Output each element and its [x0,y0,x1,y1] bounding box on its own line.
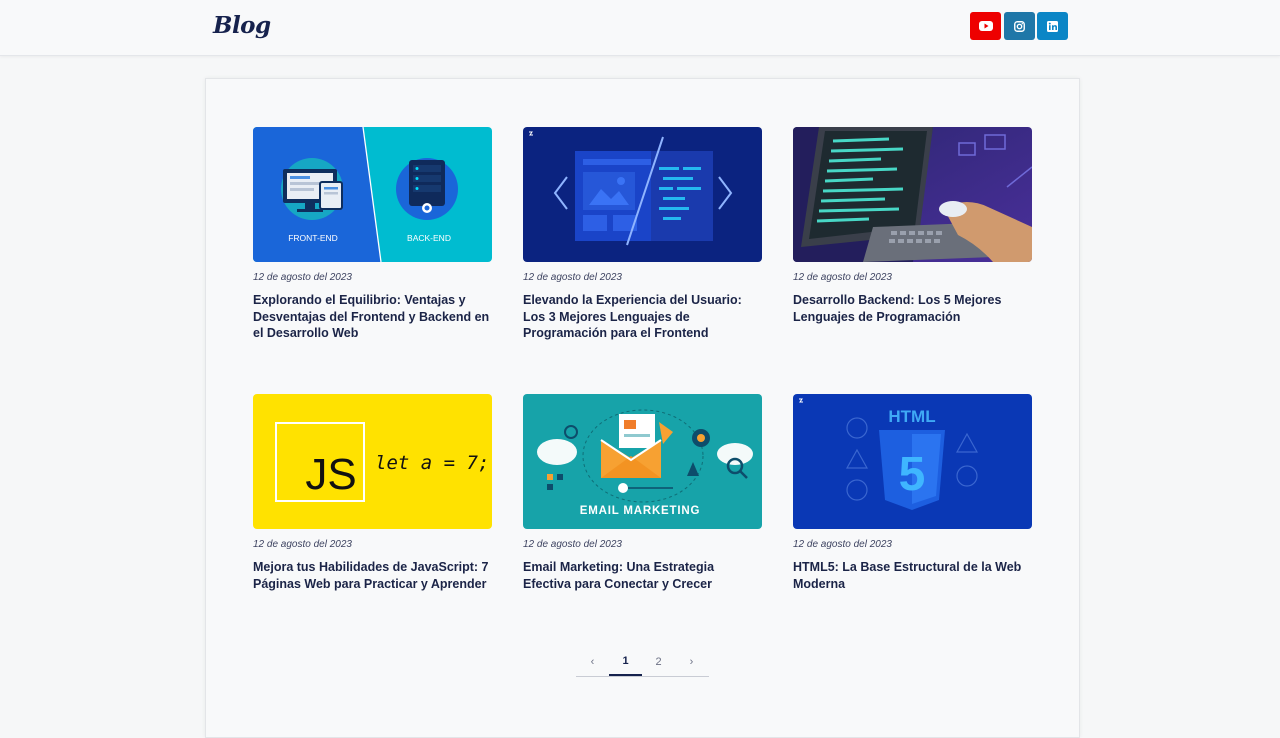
top-navbar: Blog [0,0,1280,56]
post-title[interactable]: Email Marketing: Una Estrategia Efectiva… [523,559,762,592]
post-title[interactable]: Desarrollo Backend: Los 5 Mejores Lengua… [793,292,1032,325]
post-date: 12 de agosto del 2023 [253,539,352,550]
post-card[interactable]: HTML 5 12 de agosto del 2023 HTML5: La B… [793,394,1032,592]
post-date: 12 de agosto del 2023 [253,272,352,283]
linkedin-button[interactable] [1037,12,1068,40]
post-title[interactable]: Mejora tus Habilidades de JavaScript: 7 … [253,559,492,592]
post-date: 12 de agosto del 2023 [793,539,892,550]
pagination-prev-button[interactable]: ‹ [576,648,609,676]
youtube-button[interactable] [970,12,1001,40]
svg-text:EMAIL MARKETING: EMAIL MARKETING [580,505,700,517]
post-date: 12 de agosto del 2023 [523,272,622,283]
post-title[interactable]: Explorando el Equilibrio: Ventajas y Des… [253,292,492,342]
instagram-icon [1014,20,1025,32]
post-card[interactable]: EMAIL MARKETING 12 de agosto del 2023 Em… [523,394,762,592]
post-card[interactable]: 12 de agosto del 2023 Elevando la Experi… [523,127,762,342]
svg-text:HTML: HTML [888,407,935,426]
svg-text:JS: JS [305,450,356,499]
post-thumbnail[interactable]: HTML 5 [793,394,1032,529]
blog-logo[interactable]: Blog [213,12,271,39]
post-thumbnail[interactable]: EMAIL MARKETING [523,394,762,529]
post-card[interactable]: FRONT-END BACK-END 12 de agosto del 2023… [253,127,492,342]
post-title[interactable]: HTML5: La Base Estructural de la Web Mod… [793,559,1032,592]
svg-text:FRONT-END: FRONT-END [288,233,338,243]
linkedin-icon [1047,20,1058,32]
pagination-page-1[interactable]: 1 [609,648,642,676]
youtube-icon [978,21,993,31]
pagination-next-button[interactable]: › [675,648,708,676]
post-thumbnail[interactable] [523,127,762,262]
pagination-page-2[interactable]: 2 [642,648,675,676]
post-thumbnail[interactable]: JS let a = 7; [253,394,492,529]
post-thumbnail[interactable]: FRONT-END BACK-END [253,127,492,262]
instagram-button[interactable] [1004,12,1035,40]
post-card[interactable]: JS let a = 7; 12 de agosto del 2023 Mejo… [253,394,492,592]
post-card[interactable]: 12 de agosto del 2023 Desarrollo Backend… [793,127,1032,325]
post-thumbnail[interactable] [793,127,1032,262]
post-date: 12 de agosto del 2023 [793,272,892,283]
svg-text:5: 5 [899,448,926,501]
svg-text:let a = 7;: let a = 7; [375,452,489,474]
post-date: 12 de agosto del 2023 [523,539,622,550]
post-title[interactable]: Elevando la Experiencia del Usuario: Los… [523,292,762,342]
svg-text:BACK-END: BACK-END [407,233,451,243]
pagination: ‹ 1 2 › [576,648,709,677]
